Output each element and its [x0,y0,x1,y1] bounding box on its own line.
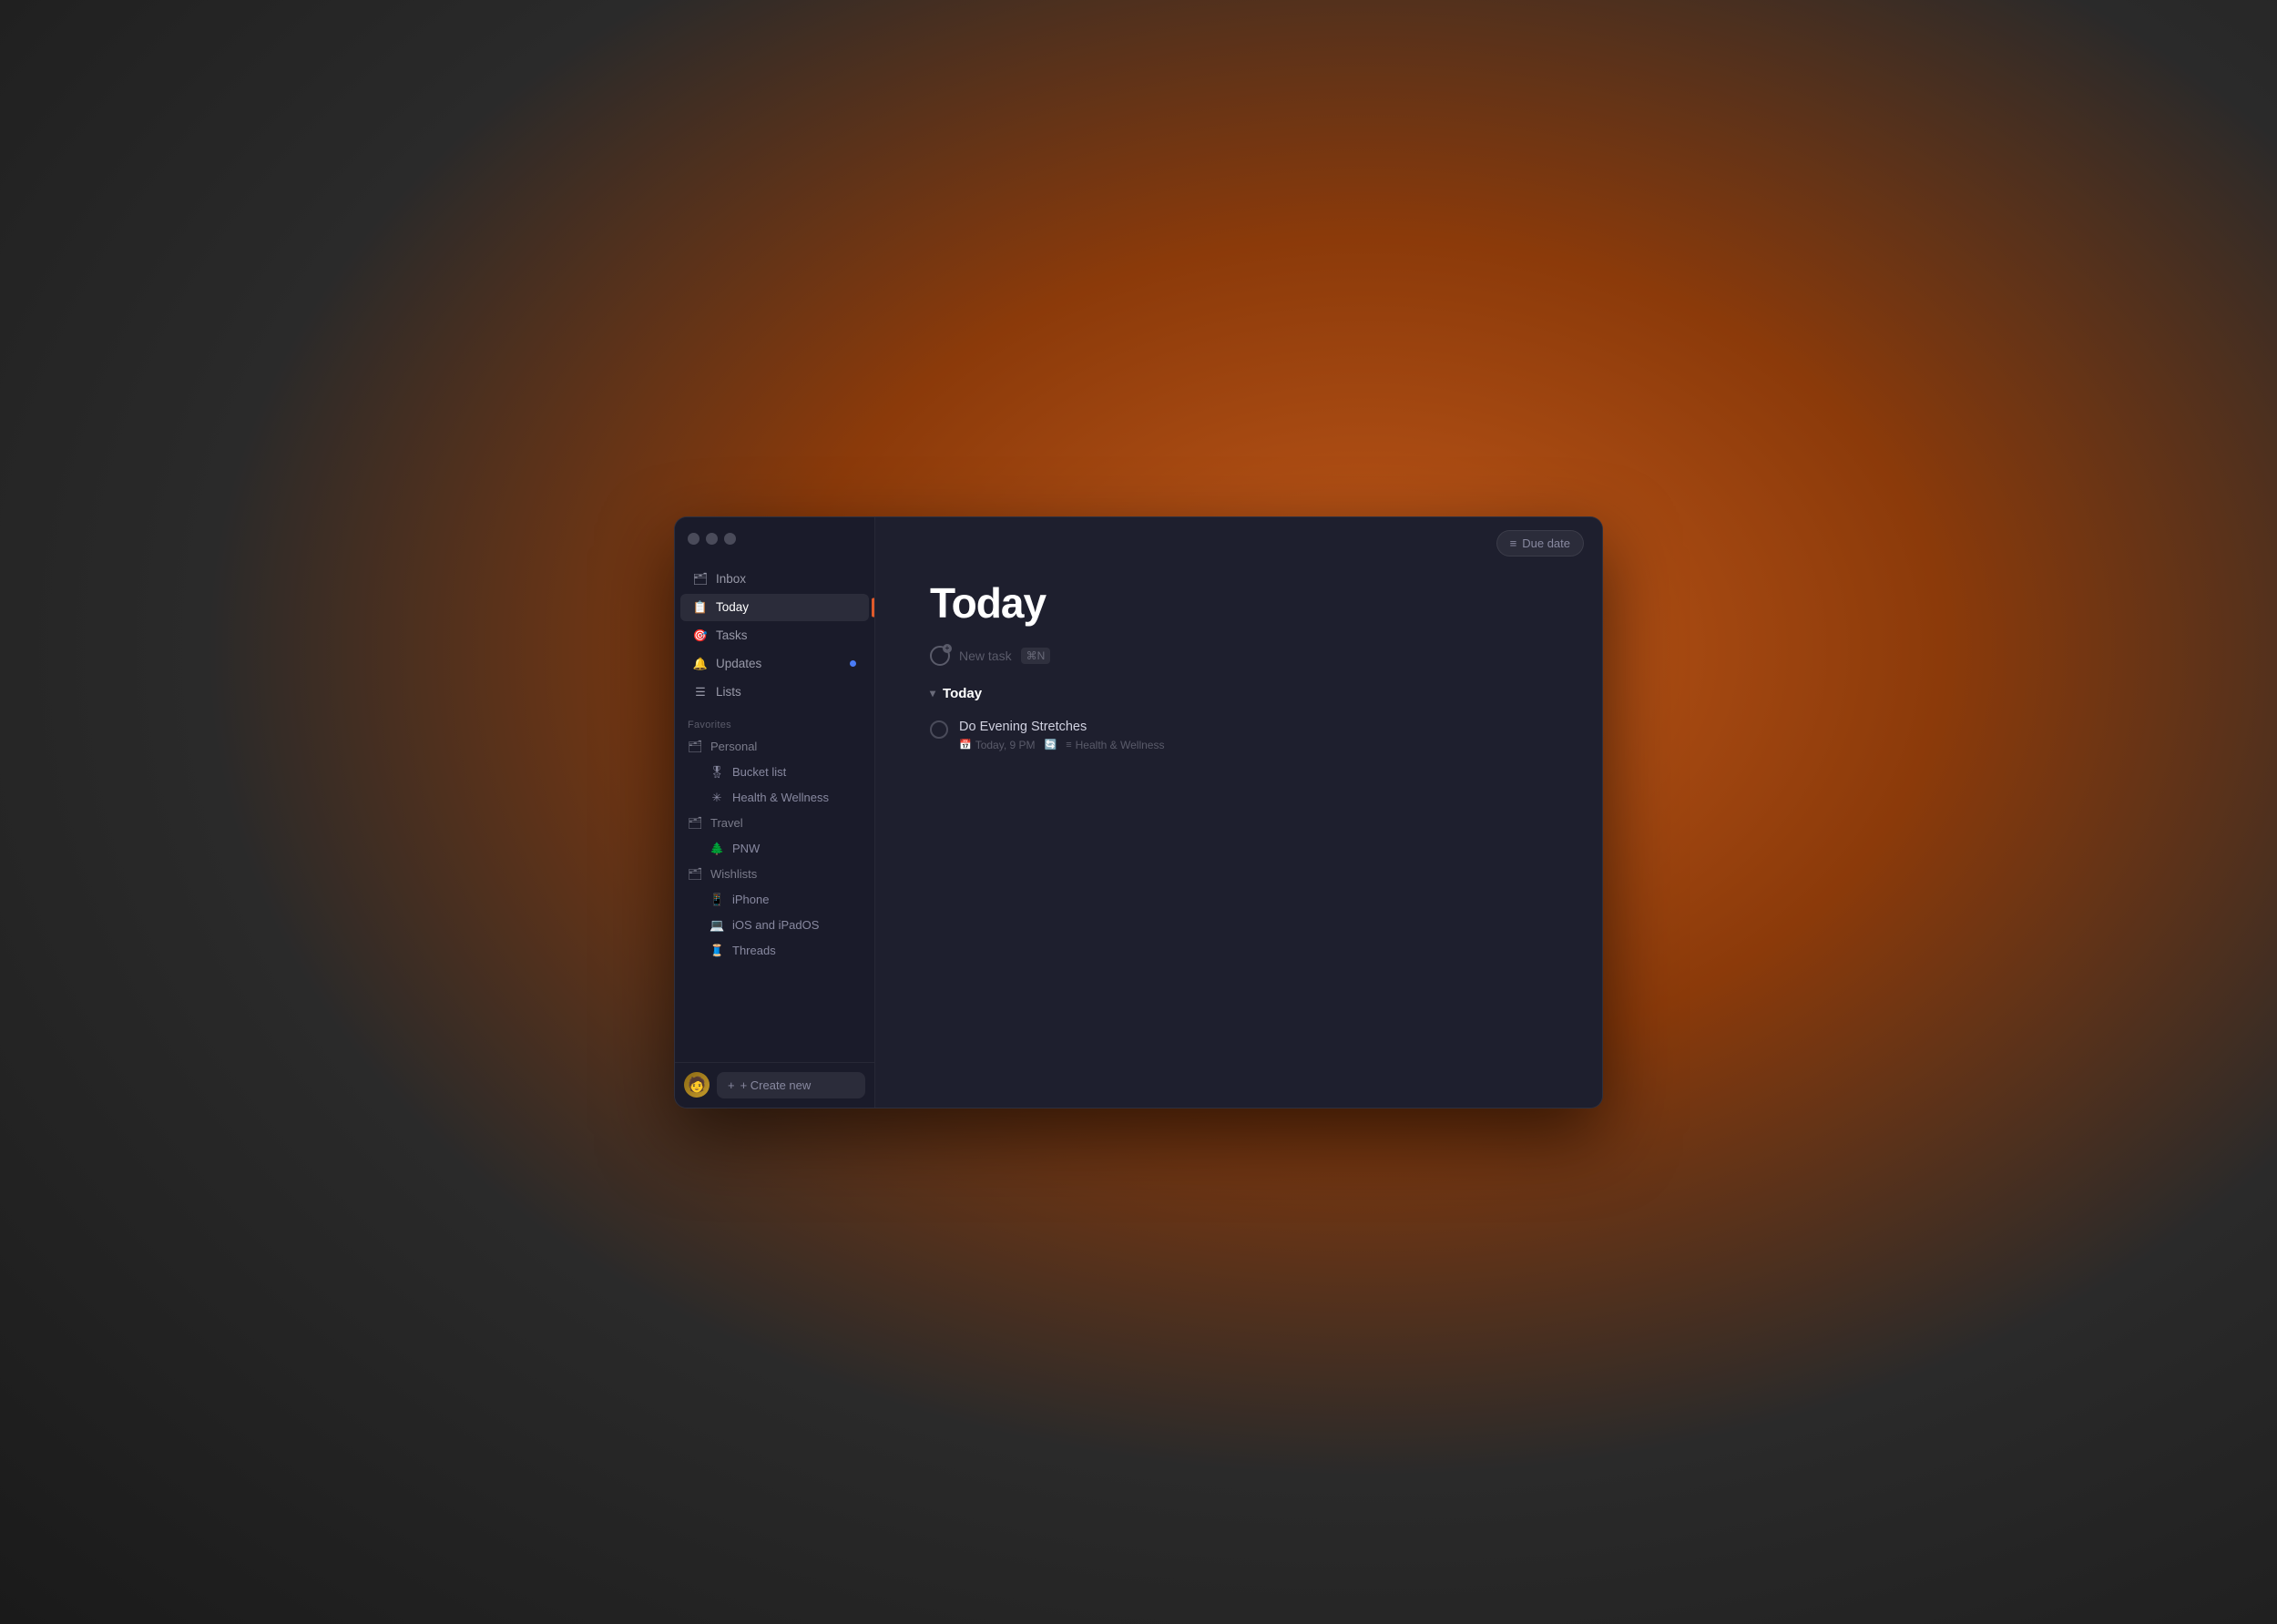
travel-folder-icon: 🗂 [688,816,702,831]
new-task-shortcut: ⌘N [1021,648,1051,664]
sidebar-footer: 🧑 + + Create new [675,1062,874,1108]
tag-icon: ≡ [1066,740,1071,751]
task-checkbox[interactable] [930,720,948,739]
sidebar-item-pnw[interactable]: 🌲 PNW [675,836,874,862]
sidebar-nav: 🗂 Inbox 📋 Today 🎯 Tasks 🔔 Updates ☰ List… [675,561,874,710]
pnw-icon: 🌲 [710,842,724,856]
inbox-icon: 🗂 [693,572,708,587]
sidebar: 🗂 Inbox 📋 Today 🎯 Tasks 🔔 Updates ☰ List… [675,517,875,1108]
create-new-label: + Create new [740,1078,812,1092]
page-title: Today [930,578,1547,628]
filter-label: Due date [1522,536,1570,550]
app-window: 🗂 Inbox 📋 Today 🎯 Tasks 🔔 Updates ☰ List… [674,516,1603,1108]
chevron-down-icon: ▾ [930,687,935,700]
lists-icon: ☰ [693,685,708,700]
task-item: Do Evening Stretches 📅 Today, 9 PM 🔄 ≡ H… [930,712,1547,759]
group-travel[interactable]: 🗂 Travel [675,811,874,836]
sidebar-item-inbox-label: Inbox [716,572,746,586]
group-wishlists-label: Wishlists [710,867,757,881]
task-meta: 📅 Today, 9 PM 🔄 ≡ Health & Wellness [959,739,1547,751]
bucket-list-icon: 🎖 [710,765,724,780]
task-repeat-icon: 🔄 [1045,739,1057,751]
personal-folder-icon: 🗂 [688,740,702,754]
plus-icon: + [943,644,952,653]
sidebar-item-lists[interactable]: ☰ Lists [680,679,869,706]
main-header: ≡ Due date [875,517,1602,569]
health-wellness-label: Health & Wellness [732,791,829,804]
maximize-button[interactable] [724,533,736,545]
plus-icon: + [728,1078,735,1092]
task-title: Do Evening Stretches [959,720,1547,734]
today-icon: 📋 [693,600,708,615]
task-tag: Health & Wellness [1076,739,1165,751]
main-content: ≡ Due date Today + New task ⌘N ▾ Today [875,517,1602,1108]
task-tag-item: ≡ Health & Wellness [1066,739,1164,751]
sidebar-item-today-label: Today [716,600,749,614]
group-personal[interactable]: 🗂 Personal [675,734,874,760]
main-body: Today + New task ⌘N ▾ Today Do Evening S… [875,569,1602,1108]
new-task-label: New task [959,649,1012,663]
avatar[interactable]: 🧑 [684,1072,710,1098]
calendar-icon: 📅 [959,739,972,751]
filter-icon: ≡ [1510,536,1517,550]
updates-badge [850,660,856,667]
sidebar-item-health-wellness[interactable]: ✳ Health & Wellness [675,785,874,811]
close-button[interactable] [688,533,699,545]
iphone-icon: 📱 [710,893,724,907]
new-task-row[interactable]: + New task ⌘N [930,646,1547,666]
sidebar-item-updates[interactable]: 🔔 Updates [680,650,869,678]
group-wishlists[interactable]: 🗂 Wishlists [675,862,874,887]
pnw-label: PNW [732,842,760,855]
tasks-icon: 🎯 [693,628,708,643]
sidebar-item-tasks[interactable]: 🎯 Tasks [680,622,869,649]
iphone-label: iPhone [732,893,769,906]
sidebar-item-today[interactable]: 📋 Today [680,594,869,621]
ios-icon: 💻 [710,918,724,933]
bucket-list-label: Bucket list [732,765,786,779]
task-content: Do Evening Stretches 📅 Today, 9 PM 🔄 ≡ H… [959,720,1547,751]
today-section-label: Today [943,686,982,701]
task-date: Today, 9 PM [975,739,1036,751]
favorites-label: Favorites [675,710,874,734]
sidebar-item-inbox[interactable]: 🗂 Inbox [680,566,869,593]
sidebar-item-iphone[interactable]: 📱 iPhone [675,887,874,913]
threads-icon: 🧵 [710,944,724,958]
titlebar [675,517,874,561]
sidebar-item-ios-ipados[interactable]: 💻 iOS and iPadOS [675,913,874,938]
health-icon: ✳ [710,791,724,805]
wishlists-folder-icon: 🗂 [688,867,702,882]
sidebar-item-tasks-label: Tasks [716,628,748,642]
threads-label: Threads [732,944,776,957]
sidebar-item-bucket-list[interactable]: 🎖 Bucket list [675,760,874,785]
ios-ipados-label: iOS and iPadOS [732,918,819,932]
due-date-filter-button[interactable]: ≡ Due date [1496,530,1584,557]
sidebar-item-lists-label: Lists [716,685,741,699]
favorites-section: Favorites 🗂 Personal 🎖 Bucket list ✳ Hea… [675,710,874,1062]
group-travel-label: Travel [710,816,743,830]
sidebar-item-threads[interactable]: 🧵 Threads [675,938,874,964]
create-new-button[interactable]: + + Create new [717,1072,865,1098]
today-section-header[interactable]: ▾ Today [930,686,1547,701]
minimize-button[interactable] [706,533,718,545]
avatar-icon: 🧑 [688,1076,706,1094]
task-date-item: 📅 Today, 9 PM [959,739,1036,751]
sidebar-item-updates-label: Updates [716,657,761,670]
new-task-icon: + [930,646,950,666]
updates-icon: 🔔 [693,657,708,671]
group-personal-label: Personal [710,740,757,753]
